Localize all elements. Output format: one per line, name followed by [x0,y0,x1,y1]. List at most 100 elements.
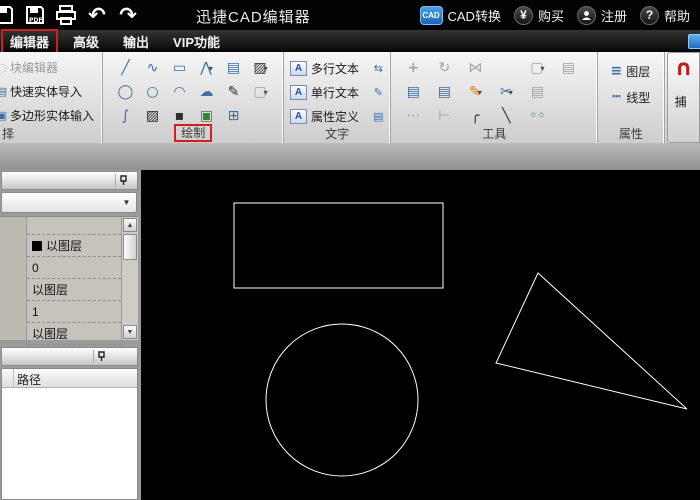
path-column-header[interactable]: 路径 [14,369,41,387]
scroll-up-icon[interactable]: ▲ [123,218,137,232]
freehand-pen-icon[interactable]: ✎ [221,81,245,103]
titlebar-actions: CAD CAD转换 ¥ 购买 注册 ? 帮助 [420,0,691,30]
polygon-entity-input-button[interactable]: ▣ 多边形实体输入 [0,103,102,127]
marker-icon[interactable]: ✎▾ [463,81,487,103]
window-corner-icon [688,34,700,49]
path-header-spacer [2,369,14,387]
chevron-down-icon[interactable]: ▼ [119,195,134,210]
paste-icon[interactable]: ▤ [401,81,425,103]
ribbon-group-text: A 多行文本 ⇆ A 单行文本 ✎ A 属性定义 ▤ 文字 [284,52,391,143]
combobox-value [2,197,6,209]
select-group-label: 择 [0,125,102,142]
menu-item-output[interactable]: 输出 [114,31,158,52]
mtext-label: 多行文本 [311,60,359,77]
line-icon[interactable]: ╱ [113,57,137,79]
canvas-shape-rect[interactable] [234,203,443,288]
mirror-icon[interactable]: ⋈ [463,57,487,79]
menu-item-editor[interactable]: 编辑器 [1,29,58,54]
ribbon-bottom-strip [0,143,700,170]
fillet-icon[interactable]: ╭ [463,105,487,127]
snap-button[interactable]: ∩ 捕 [667,52,700,143]
mtext-button[interactable]: A 多行文本 ⇆ [284,56,390,80]
arc-icon[interactable]: ◠ [167,81,191,103]
print-icon[interactable] [55,3,77,27]
polyline-icon[interactable]: ⋀▾ [194,57,218,79]
spline-icon[interactable]: ∿ [140,57,164,79]
blocks-icon[interactable]: ◦◦ [525,105,549,127]
linetype-icon: ┅ [606,86,626,108]
wipeout-icon[interactable]: ▢▾ [248,81,272,103]
properties-panel-titlebar[interactable] [1,171,138,190]
dtext-icon: A [290,85,307,100]
circle-icon[interactable]: ○ [140,81,164,103]
property-row[interactable]: 以图层 [27,279,121,301]
buy-label: 购买 [538,6,564,25]
note-icon[interactable]: ▤ [370,105,386,127]
save-icon[interactable] [0,3,15,27]
layers-button[interactable]: ≡ 图层 [598,58,663,84]
properties-scrollbar[interactable]: ▲ ▼ [121,217,138,340]
window-title: 迅捷CAD编辑器 [196,6,311,27]
group-icon[interactable]: ▤ [556,57,580,79]
move-icon[interactable]: + [401,57,425,79]
pin-icon[interactable] [93,350,109,363]
ungroup-icon[interactable]: ▤ [525,81,549,103]
paste-special-icon[interactable]: ▤ [432,81,456,103]
quick-entity-import-icon: ▤ [0,83,10,99]
revision-cloud-icon[interactable]: ☁ [194,81,218,103]
block-editor-label: 块编辑器 [10,59,58,76]
menu-item-vip[interactable]: VIP功能 [164,31,229,52]
tools-group-label: 工具 [391,125,597,142]
property-row[interactable]: 以图层 [27,235,121,257]
canvas-shape-ellipse[interactable] [266,324,418,476]
draw-group-label: 绘制 [174,124,212,142]
object-selector-combobox[interactable]: ▼ [1,192,137,213]
scroll-down-icon[interactable]: ▼ [123,325,137,339]
path-panel-titlebar[interactable] [1,347,138,366]
quick-access-toolbar: PDF ↶ ↷ [0,3,139,27]
copy-entity-icon[interactable]: ▤ [221,57,245,79]
property-row[interactable]: 1 [27,301,121,323]
measure-icon[interactable]: ⋯ [401,105,425,127]
rectangle-icon[interactable]: ▭ [167,57,191,79]
canvas-shape-polygon[interactable] [496,273,687,409]
properties-panel: ▼ 以图层 0 以图层 1 以图层 ▲ ▼ [0,170,140,342]
path-panel-body: 路径 [1,368,138,500]
path-list-header: 路径 [2,369,137,388]
rotate-icon[interactable]: ↻ [432,57,456,79]
align-icon[interactable]: ⊢ [432,105,456,127]
save-pdf-icon[interactable]: PDF [24,3,46,27]
chamfer-icon[interactable]: ╲ [494,105,518,127]
trim-icon[interactable]: ✂▾ [494,81,518,103]
block-editor-button[interactable]: ◌ 块编辑器 [0,55,102,79]
linetype-button[interactable]: ┅ 线型 [598,84,663,110]
dtext-button[interactable]: A 单行文本 ✎ [284,80,390,104]
text-numbering-icon[interactable]: ⇆ [370,57,386,79]
property-row[interactable] [27,217,121,235]
edit-text-icon[interactable]: ✎ [370,81,386,103]
buy-button[interactable]: ¥ 购买 [514,6,564,25]
redo-icon[interactable]: ↷ [117,3,139,27]
drawing-canvas[interactable] [141,170,700,500]
cad-convert-button[interactable]: CAD CAD转换 [420,6,501,25]
property-row[interactable]: 以图层 [27,323,121,345]
quick-entity-import-label: 快速实体导入 [10,83,82,100]
scrollbar-thumb[interactable] [123,234,137,260]
pin-icon[interactable] [115,174,131,187]
boundary-hatch-icon[interactable]: ▨▾ [248,57,272,79]
block-editor-icon: ◌ [0,59,10,75]
register-label: 注册 [601,6,627,25]
menu-bar: 编辑器 高级 输出 VIP功能 [0,30,700,52]
menu-item-advanced[interactable]: 高级 [64,31,108,52]
linetype-label: 线型 [626,89,650,106]
canvas-shapes [141,170,700,500]
ellipse-icon[interactable]: ◯ [113,81,137,103]
help-button[interactable]: ? 帮助 [640,6,690,25]
cad-convert-label: CAD转换 [448,6,501,25]
quick-entity-import-button[interactable]: ▤ 快速实体导入 [0,79,102,103]
register-button[interactable]: 注册 [577,6,627,25]
undo-icon[interactable]: ↶ [86,3,108,27]
select-region-icon[interactable]: ▢▾ [525,57,549,79]
property-value-column: 以图层 0 以图层 1 以图层 [27,217,121,340]
property-row[interactable]: 0 [27,257,121,279]
